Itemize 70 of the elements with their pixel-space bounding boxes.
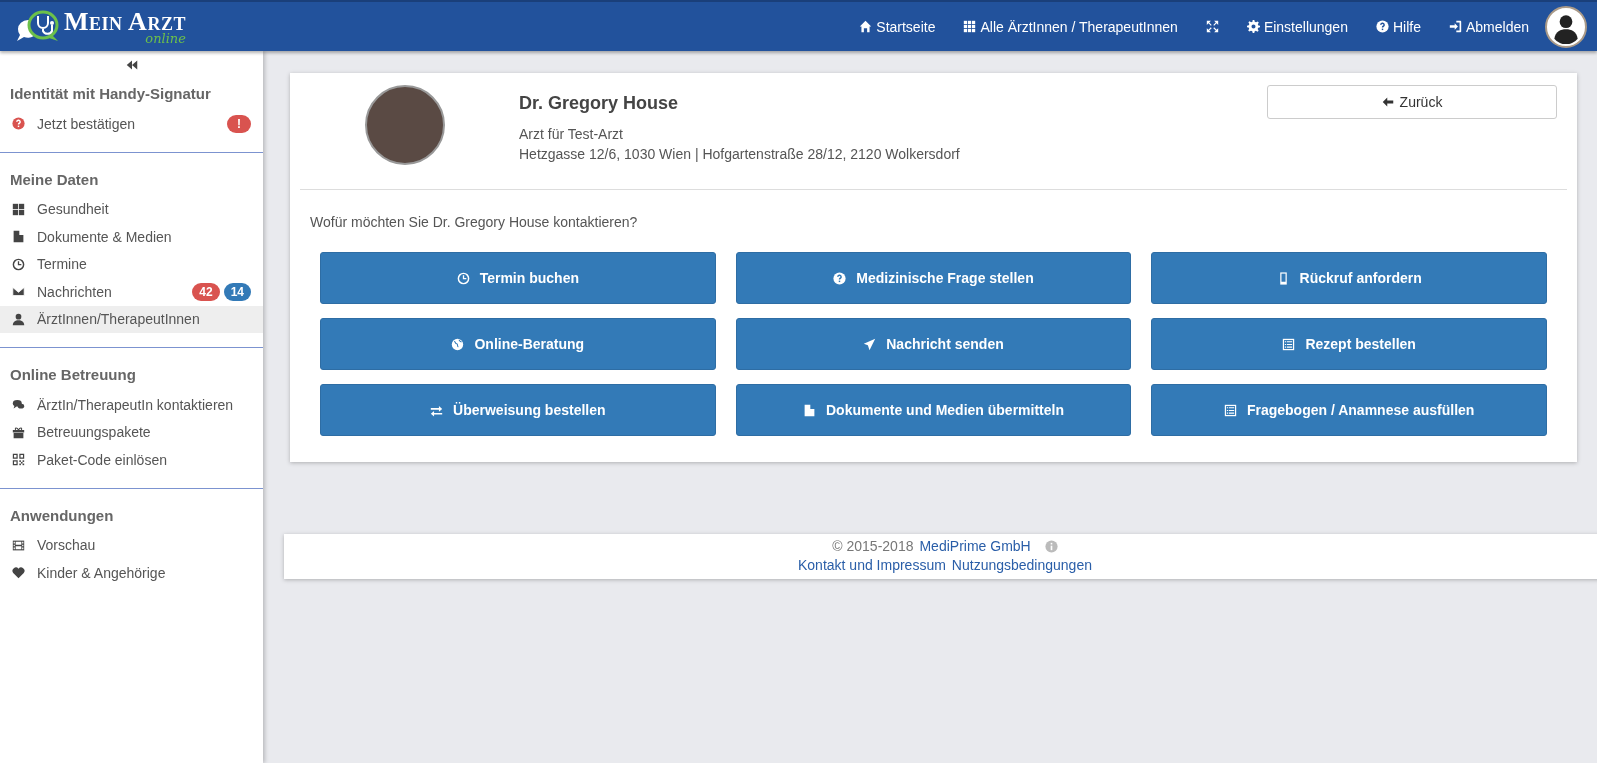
fullscreen-icon: [1205, 20, 1219, 33]
action-button[interactable]: Online-Beratung: [320, 318, 716, 370]
nav-link[interactable]: Startseite: [845, 18, 950, 35]
action-button[interactable]: Dokumente und Medien übermitteln: [735, 384, 1132, 436]
sidebar-section-title: Online Betreuung: [9, 365, 137, 385]
help-icon: [1375, 20, 1389, 33]
info-icon: [1044, 540, 1058, 553]
user-avatar[interactable]: [1545, 5, 1587, 48]
contact-question: Wofür möchten Sie Dr. Gregory House kontaktieren?: [310, 214, 639, 230]
sidebar-item[interactable]: Vorschau: [0, 531, 263, 559]
sidebar-item[interactable]: Nachrichten 42 14: [0, 278, 263, 306]
action-button[interactable]: Medizinische Frage stellen: [735, 252, 1132, 304]
count-badge: 42: [192, 282, 220, 301]
user-icon: [12, 312, 25, 326]
doctor-name: Dr. Gregory House: [519, 93, 680, 114]
qr-code-icon: [12, 453, 25, 467]
count-badge: 14: [223, 282, 251, 301]
document-icon: [803, 403, 816, 417]
sidebar-item[interactable]: ÄrztIn/TherapeutIn kontaktieren: [0, 391, 263, 419]
clock-icon: [456, 271, 470, 285]
sidebar-item[interactable]: Betreuungspakete: [0, 418, 263, 446]
heart-icon: [12, 566, 25, 580]
nav-link[interactable]: Hilfe: [1361, 18, 1435, 35]
chat-icon: [12, 398, 25, 412]
sidebar-item[interactable]: Paket-Code einlösen: [0, 446, 263, 474]
copyright-text: © 2015-2018: [832, 537, 914, 556]
sidebar-item[interactable]: ÄrztInnen/TherapeutInnen: [0, 305, 263, 333]
doctor-address: Hetzgasse 12/6, 1030 Wien | Hofgartenstraße 28/12, 2120 Wolkersdorf: [519, 145, 961, 164]
sidebar-item[interactable]: Gesundheit: [0, 195, 263, 223]
nav-link[interactable]: Einstellungen: [1232, 18, 1362, 35]
action-button[interactable]: Rezept bestellen: [1151, 318, 1547, 370]
collapse-sidebar-button[interactable]: [125, 59, 138, 71]
document-icon: [12, 230, 25, 244]
action-button[interactable]: Rückruf anfordern: [1151, 252, 1547, 304]
action-button[interactable]: Überweisung bestellen: [320, 384, 716, 436]
sidebar-section-title: Anwendungen: [9, 505, 115, 526]
sidebar-item[interactable]: Dokumente & Medien: [0, 223, 263, 251]
sign-in-icon: [1448, 20, 1462, 33]
globe-icon: [451, 337, 465, 351]
paper-plane-icon: [863, 337, 877, 351]
gift-icon: [12, 425, 25, 439]
action-button[interactable]: Termin buchen: [320, 252, 716, 304]
company-link[interactable]: MediPrime GmbH: [919, 537, 1031, 556]
action-button[interactable]: Fragebogen / Anamnese ausfüllen: [1151, 384, 1547, 436]
settings-icon: [1246, 20, 1260, 33]
double-left-arrow-icon: [125, 59, 138, 71]
action-button[interactable]: Nachricht senden: [735, 318, 1132, 370]
sidebar-item[interactable]: Termine: [0, 250, 263, 278]
doctor-specialty: Arzt für Test-Arzt: [519, 125, 624, 144]
dashboard-icon: [12, 202, 25, 216]
sidebar-section-title: Identität mit Handy-Signatur: [9, 84, 212, 104]
footer-link[interactable]: Kontakt und Impressum: [798, 556, 946, 575]
nav-link[interactable]: Alle ÄrztInnen / TherapeutInnen: [949, 18, 1192, 35]
back-button[interactable]: Zurück: [1267, 85, 1557, 119]
grid-icon: [963, 20, 977, 33]
list-icon: [1223, 403, 1237, 417]
home-icon: [859, 20, 873, 33]
logo-subtitle: online: [145, 31, 186, 45]
envelope-icon: [12, 285, 25, 299]
sidebar-item[interactable]: Kinder & Angehörige: [0, 559, 263, 587]
sidebar-item[interactable]: Jetzt bestätigen !: [0, 110, 263, 138]
sidebar-section-title: Meine Daten: [9, 169, 100, 190]
nav-link[interactable]: Abmelden: [1434, 18, 1543, 35]
help-icon: [833, 271, 847, 285]
clock-icon: [12, 257, 25, 271]
list-icon: [1282, 337, 1296, 351]
count-badge: !: [227, 114, 251, 133]
arrow-left-icon: [1381, 96, 1394, 108]
footer-link[interactable]: Nutzungsbedingungen: [951, 556, 1092, 575]
film-icon: [12, 538, 25, 552]
